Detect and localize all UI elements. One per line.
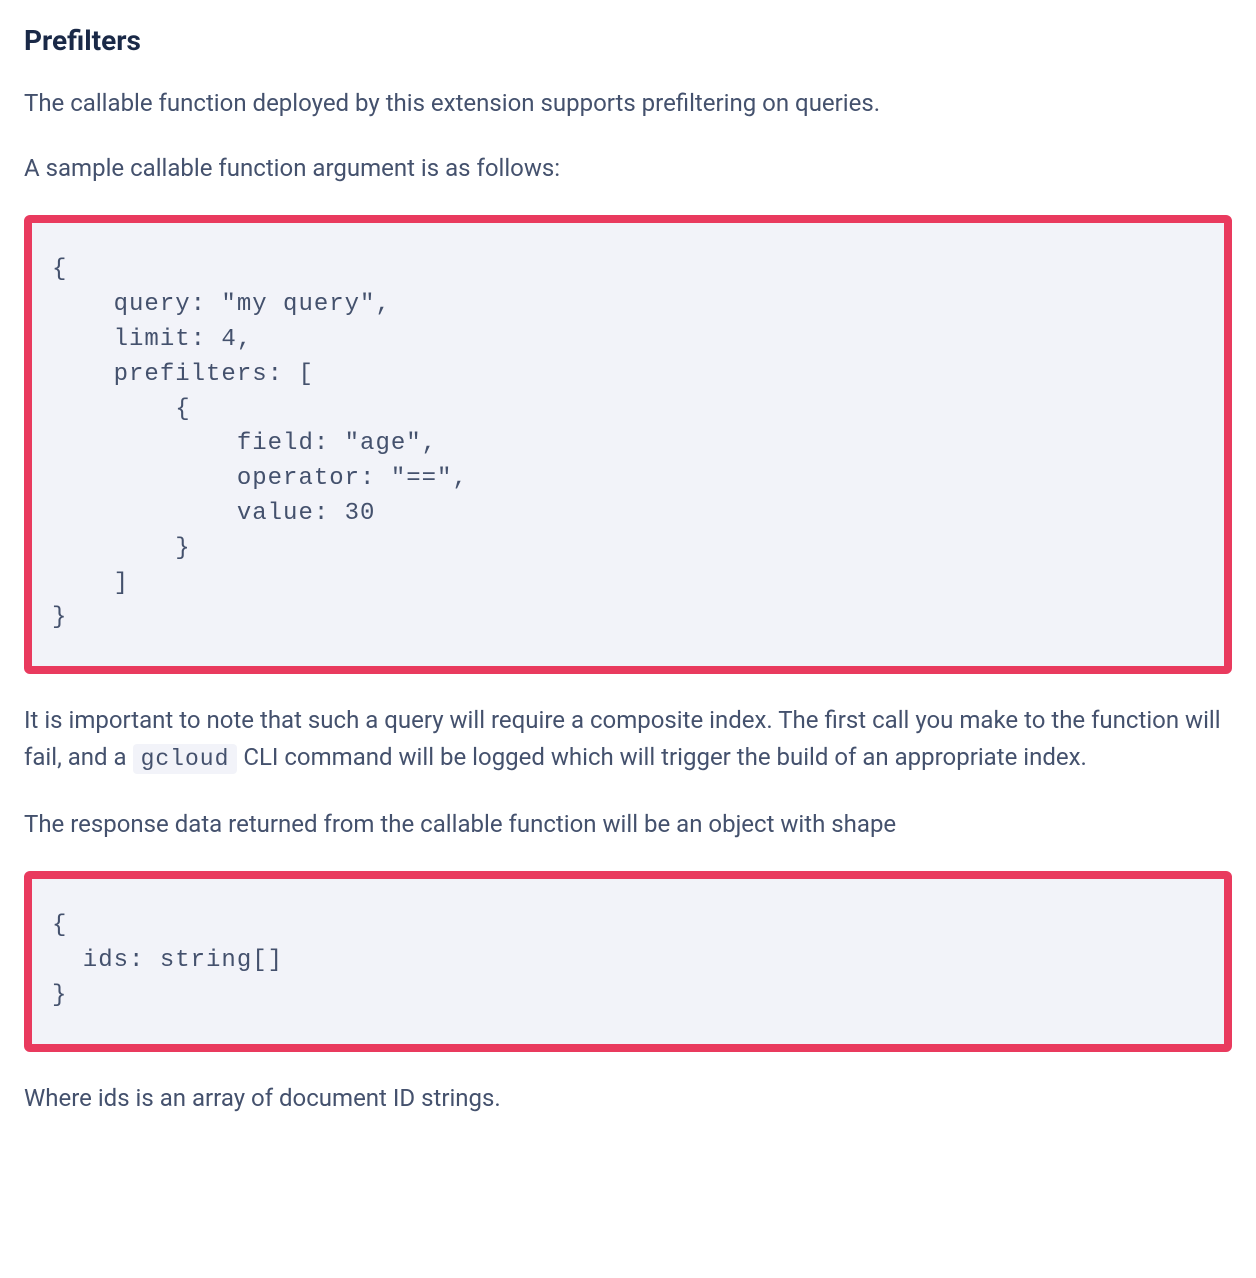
intro-paragraph-1: The callable function deployed by this e… (24, 85, 1232, 122)
code-block-response-shape: { ids: string[] } (24, 871, 1232, 1051)
response-shape-intro: The response data returned from the call… (24, 806, 1232, 843)
intro-paragraph-2: A sample callable function argument is a… (24, 150, 1232, 187)
section-heading: Prefilters (24, 24, 1232, 57)
composite-index-note: It is important to note that such a quer… (24, 702, 1232, 778)
code-block-sample-argument: { query: "my query", limit: 4, prefilter… (24, 215, 1232, 674)
ids-description: Where ids is an array of document ID str… (24, 1080, 1232, 1117)
note-text-part2: CLI command will be logged which will tr… (237, 743, 1086, 771)
inline-code-gcloud: gcloud (133, 744, 238, 774)
